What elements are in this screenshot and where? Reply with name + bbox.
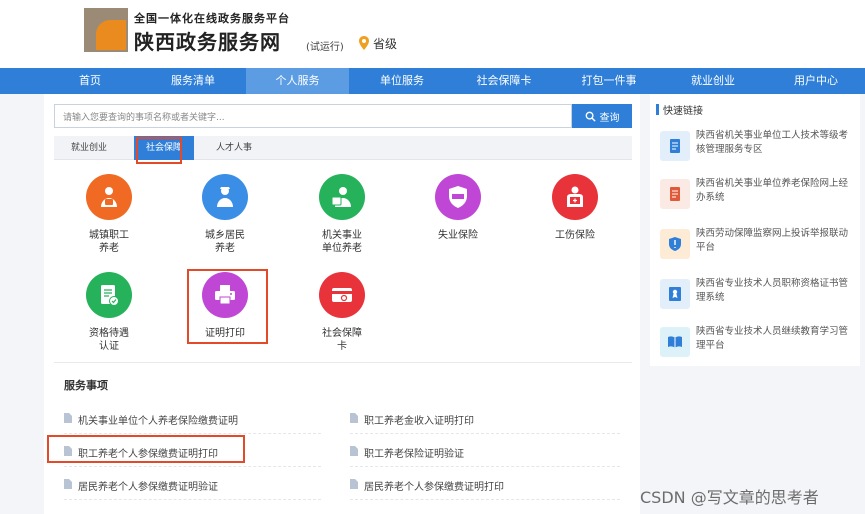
search-icon [585,111,596,122]
service-qualification-certification[interactable]: 资格待遇 认证 [64,272,154,364]
search-input[interactable] [55,107,571,129]
highlight-box-service-item [47,435,245,463]
service-item-link[interactable]: 职工养老保险证明验证 [350,437,620,467]
rural-resident-pension-icon [217,187,233,207]
nav-item-unit-services[interactable]: 单位服务 [366,68,438,94]
main-panel: 查询 就业创业 社会保障 人才人事 城镇职工 养老 城乡居民 养老 机关事业 单… [44,94,640,514]
site-header: 全国一体化在线政务服务平台 陕西政务服务网 (试运行) 省级 [0,0,865,68]
service-label: 资格待遇 认证 [89,328,129,352]
section-divider [54,362,632,363]
service-label: 工伤保险 [555,230,595,241]
document-icon [64,413,72,423]
nav-item-employment[interactable]: 就业创业 [677,68,749,94]
unemployment-insurance-icon [449,186,467,208]
document-icon [670,187,680,201]
service-label: 社会保障 卡 [322,328,362,352]
service-urban-worker-pension[interactable]: 城镇职工 养老 [64,174,154,266]
document-icon [64,479,72,489]
quick-links-panel: 快速链接 陕西省机关事业单位工人技术等级考核管理服务专区 陕西省机关事业单位养老… [650,94,860,366]
service-social-security-card[interactable]: 社会保障 卡 [297,272,387,364]
search-box [54,104,572,129]
watermark-text: CSDN @写文章的思考者 [640,488,819,507]
quick-link-item[interactable]: 陕西省专业技术人员继续教育学习管理平台 [660,322,852,364]
service-label: 城镇职工 养老 [89,230,129,254]
service-rural-resident-pension[interactable]: 城乡居民 养老 [180,174,270,266]
service-work-injury-insurance[interactable]: 工伤保险 [530,174,620,266]
tab-employment[interactable]: 就业创业 [54,136,124,160]
document-icon [350,479,358,489]
social-security-card-icon [332,288,352,302]
quick-link-item[interactable]: 陕西省机关事业单位养老保险网上经办系统 [660,174,852,216]
site-subtitle: 全国一体化在线政务服务平台 [134,12,290,25]
qualification-certification-icon [101,285,119,306]
service-item-link[interactable]: 机关事业单位个人养老保险缴费证明 [64,404,321,434]
search-button-label: 查询 [599,112,620,124]
quick-link-item[interactable]: 陕西省专业技术人员职称资格证书管理系统 [660,274,852,316]
page: { "header": { "site_subtitle": "全国一体化在线政… [0,0,865,514]
site-title[interactable]: 陕西政务服务网 [134,26,281,55]
service-item-link[interactable]: 居民养老个人参保缴费证明打印 [350,470,620,500]
shield-icon [669,237,681,251]
service-label: 机关事业 单位养老 [322,230,362,254]
trial-label: (试运行) [306,42,344,53]
service-label: 失业保险 [438,230,478,241]
location-pin-icon[interactable] [358,36,370,50]
highlight-box-certificate-print [187,269,268,344]
tab-talent-personnel[interactable]: 人才人事 [204,136,264,160]
nav-item-service-list[interactable]: 服务清单 [157,68,229,94]
service-label: 城乡居民 养老 [205,230,245,254]
urban-worker-pension-icon [101,187,117,207]
nav-item-home[interactable]: 首页 [54,68,126,94]
institution-pension-icon [331,187,351,207]
search-button[interactable]: 查询 [572,104,632,128]
main-nav: 首页 服务清单 个人服务 单位服务 社会保障卡 打包一件事 就业创业 用户中心 [0,68,865,94]
location-selector[interactable]: 省级 [373,35,397,52]
nav-item-personal-services[interactable]: 个人服务 [246,68,349,94]
document-icon [350,446,358,456]
nav-item-user-center[interactable]: 用户中心 [780,68,852,94]
service-item-link[interactable]: 职工养老金收入证明打印 [350,404,620,434]
service-institution-pension[interactable]: 机关事业 单位养老 [297,174,387,266]
site-logo[interactable] [84,8,128,52]
certificate-icon [669,287,681,301]
highlight-box-social-security-tab [136,137,182,164]
quick-links-title: 快速链接 [663,106,703,117]
service-item-link[interactable]: 居民养老个人参保缴费证明验证 [64,470,321,500]
book-icon [668,336,682,348]
quick-link-item[interactable]: 陕西劳动保障监察网上投诉举报联动平台 [660,224,852,266]
document-icon [350,413,358,423]
title-accent-bar [656,104,659,115]
service-unemployment-insurance[interactable]: 失业保险 [413,174,503,266]
document-icon [670,139,680,153]
nav-item-one-thing-package[interactable]: 打包一件事 [573,68,645,94]
quick-link-item[interactable]: 陕西省机关事业单位工人技术等级考核管理服务专区 [660,126,852,168]
work-injury-insurance-icon [567,186,583,207]
service-items-title: 服务事项 [64,379,108,392]
nav-item-social-security-card[interactable]: 社会保障卡 [468,68,540,94]
